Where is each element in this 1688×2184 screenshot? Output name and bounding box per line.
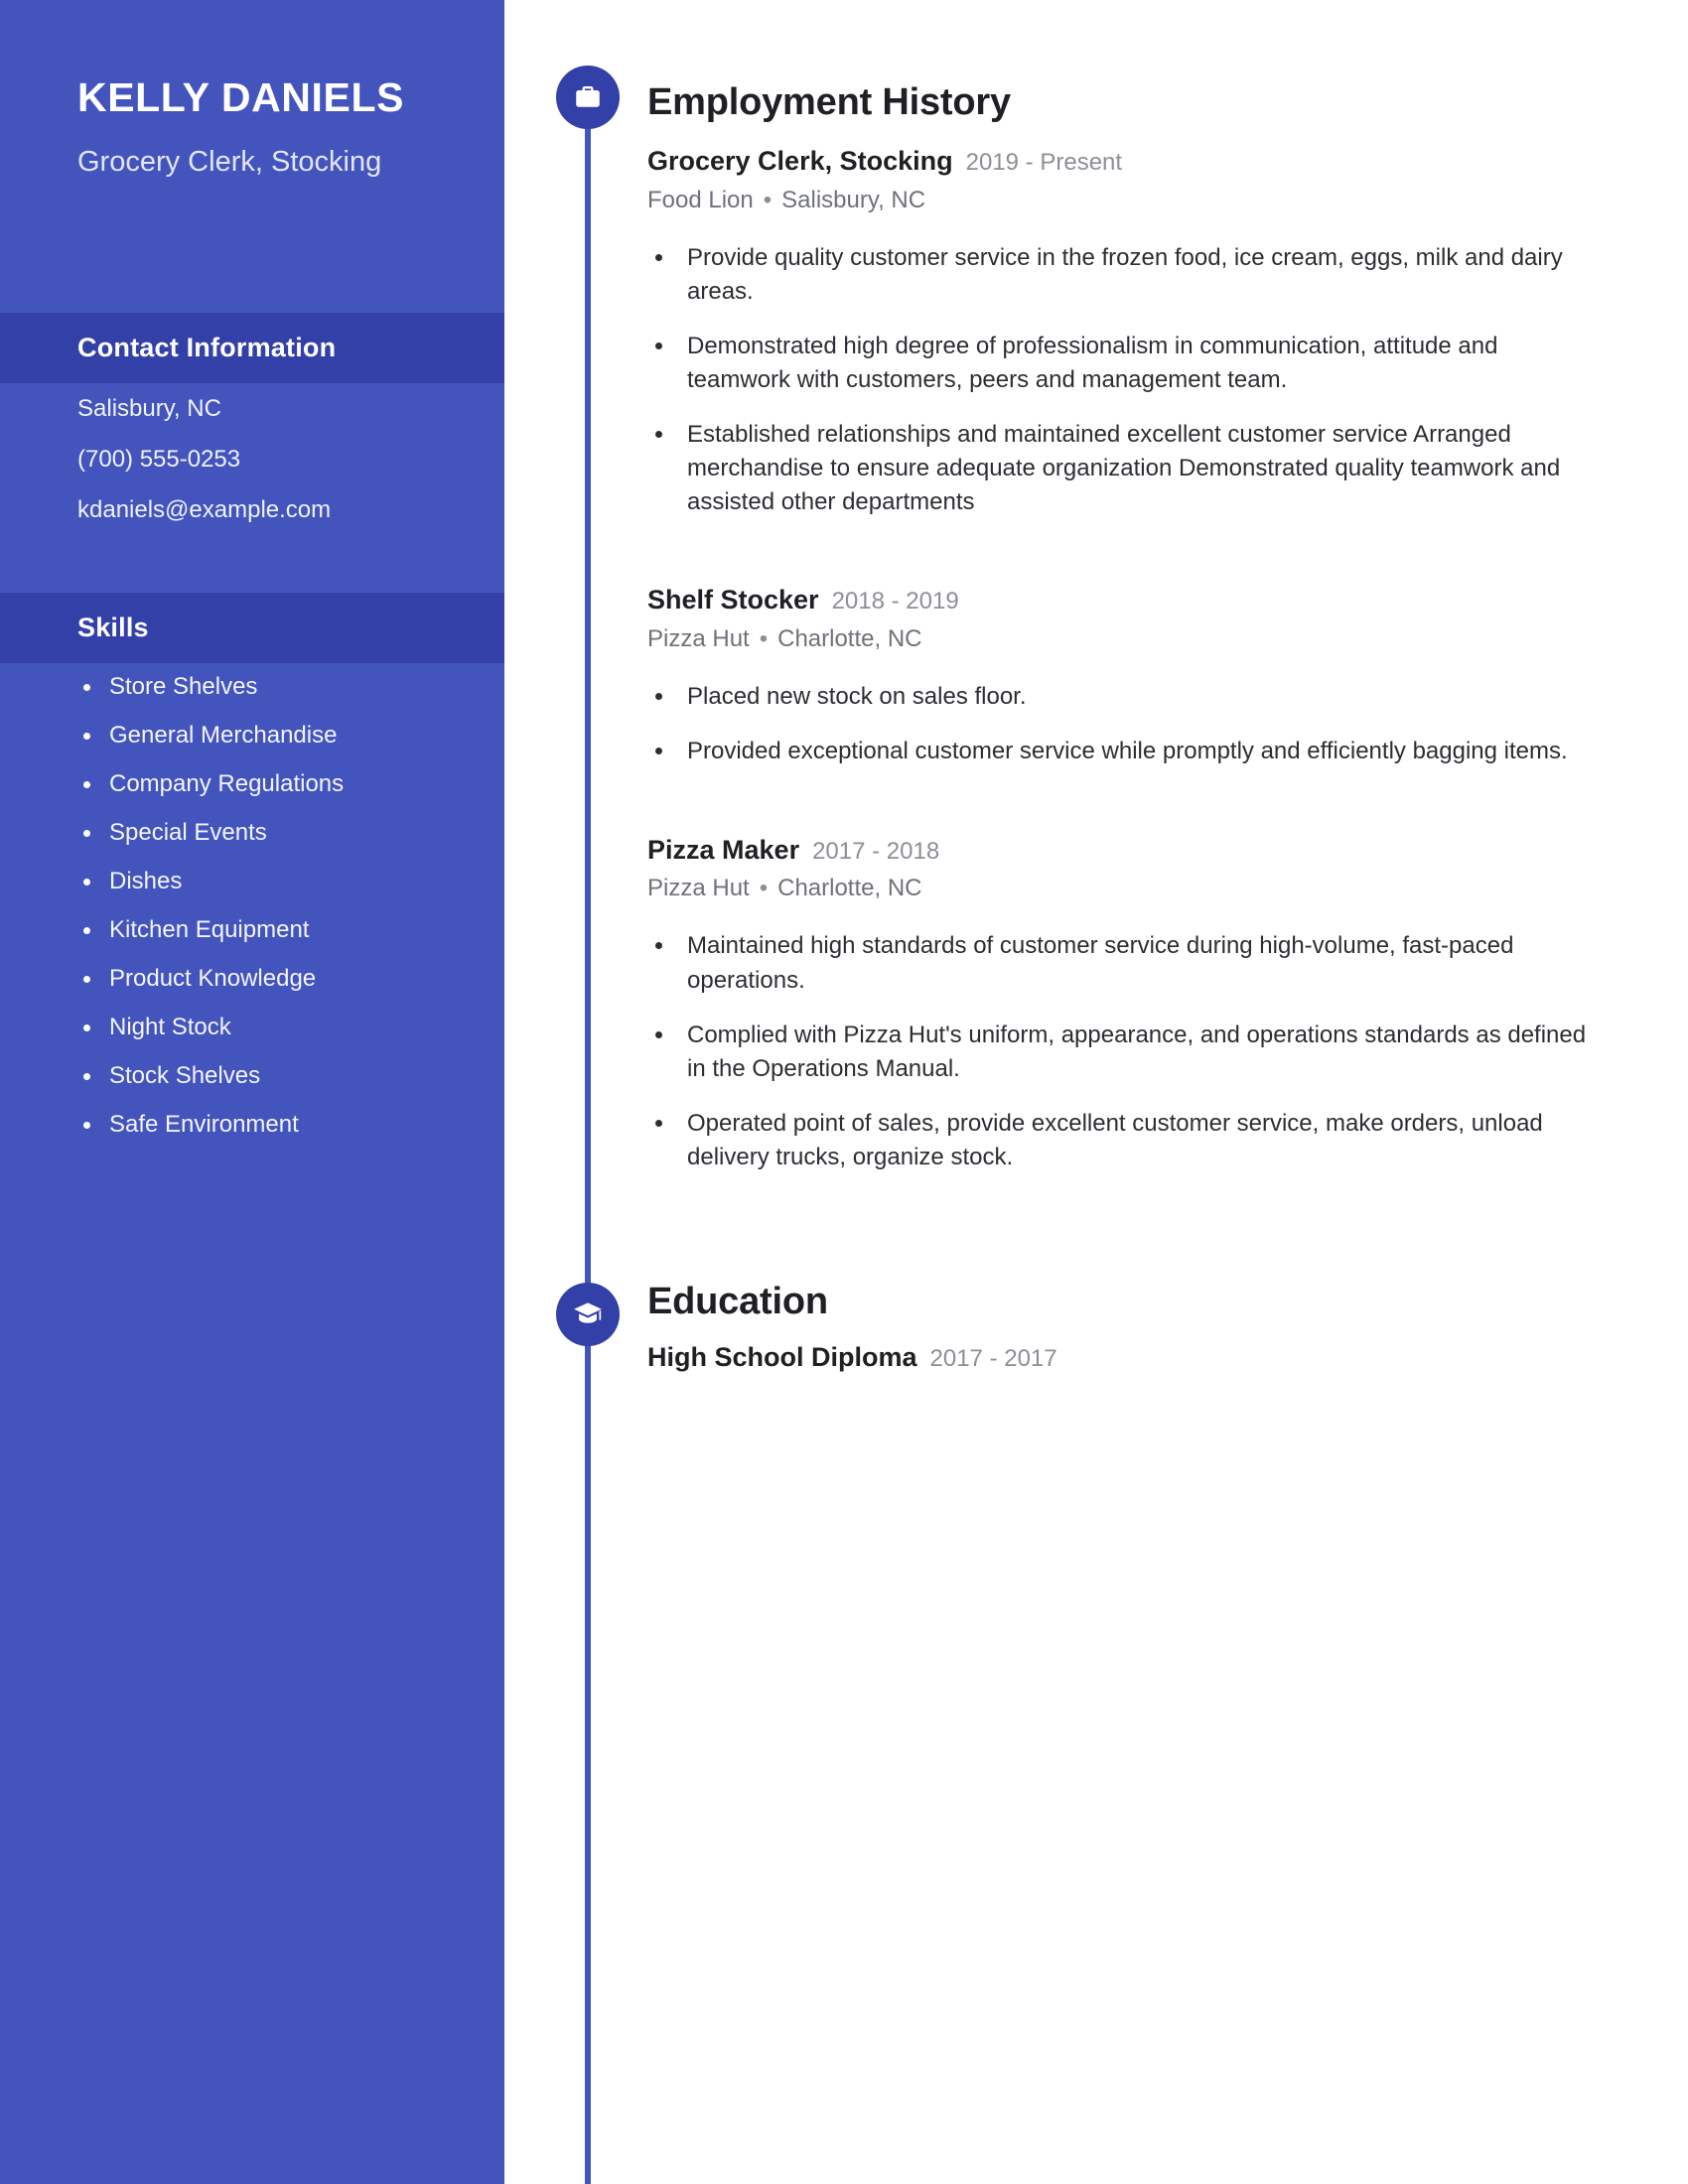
employment-section-title: Employment History [647,81,1011,123]
entry-role: Shelf Stocker [647,585,819,615]
entry-meta: Pizza Hut • Charlotte, NC [647,873,1601,903]
entry-location: Charlotte, NC [777,875,922,902]
skill-item: Dishes [79,870,487,893]
entry-company: Pizza Hut [647,875,750,902]
contact-section-header: Contact Information [0,313,504,383]
employment-entries: Grocery Clerk, Stocking 2019 - Present F… [647,144,1601,1208]
skill-item: Night Stock [79,1016,487,1039]
contact-heading: Contact Information [77,333,337,362]
entry-spacer [647,553,1601,583]
sidebar: KELLY DANIELS Grocery Clerk, Stocking Co… [0,0,504,2184]
entry-bullets: Maintained high standards of customer se… [647,929,1601,1173]
employment-entry: Pizza Maker 2017 - 2018 Pizza Hut • Charlo… [647,833,1601,1174]
skill-item: Stock Shelves [79,1064,487,1088]
education-entries: High School Diploma 2017 - 2017 [647,1340,1601,1385]
entry-bullets: Provide quality customer service in the … [647,241,1601,520]
bullet-item: Complied with Pizza Hut's uniform, appea… [647,1019,1601,1086]
entry-meta: Food Lion • Salisbury, NC [647,185,1601,215]
entry-location: Charlotte, NC [777,625,922,653]
skill-item: Safe Environment [79,1113,487,1137]
entry-dates: 2017 - 2018 [812,837,940,865]
employment-entry: Shelf Stocker 2018 - 2019 Pizza Hut • Char… [647,583,1601,768]
bullet-item: Provide quality customer service in the … [647,241,1601,309]
entry-role: Grocery Clerk, Stocking [647,146,953,176]
entry-spacer [647,803,1601,833]
skill-item: Product Knowledge [79,967,487,991]
skills-heading: Skills [77,613,149,642]
timeline-rail [585,109,591,2184]
entry-location: Salisbury, NC [781,186,926,213]
entry-company: Food Lion [647,186,754,213]
bullet-item: Established relationships and maintained… [647,418,1601,519]
contact-location: Salisbury, NC [77,395,221,422]
entry-role: Pizza Maker [647,834,800,865]
bullet-item: Operated point of sales, provide excelle… [647,1107,1601,1174]
skill-item: Special Events [79,821,487,845]
entry-headline: Pizza Maker 2017 - 2018 [647,833,1601,868]
meta-separator: • [759,625,769,653]
entry-dates: 2019 - Present [965,149,1123,176]
skill-item: Company Regulations [79,772,487,796]
entry-bullets: Placed new stock on sales floor. Provide… [647,680,1601,768]
graduation-cap-icon [556,1283,620,1346]
skills-list: Store Shelves General Merchandise Compan… [79,675,487,1161]
education-section-title: Education [647,1281,828,1322]
skill-item: General Merchandise [79,724,487,748]
meta-separator: • [763,186,773,213]
identity-block: KELLY DANIELS Grocery Clerk, Stocking [0,0,504,182]
resume-page: KELLY DANIELS Grocery Clerk, Stocking Co… [0,0,1688,2184]
contact-email[interactable]: kdaniels@example.com [77,498,475,522]
entry-degree: High School Diploma [647,1342,917,1372]
employment-entry: Grocery Clerk, Stocking 2019 - Present F… [647,144,1601,519]
entry-dates: 2017 - 2017 [929,1345,1057,1372]
briefcase-icon [556,66,620,129]
skills-section-header: Skills [0,593,504,663]
entry-meta: Pizza Hut • Charlotte, NC [647,623,1601,654]
entry-headline: Shelf Stocker 2018 - 2019 [647,583,1601,617]
entry-headline: High School Diploma 2017 - 2017 [647,1340,1601,1375]
contact-list: Salisbury, NC (700) 555-0253 kdaniels@ex… [77,397,475,549]
candidate-name: KELLY DANIELS [77,74,405,120]
bullet-item: Placed new stock on sales floor. [647,680,1601,714]
contact-phone[interactable]: (700) 555-0253 [77,448,475,472]
bullet-item: Maintained high standards of customer se… [647,929,1601,997]
skill-item: Kitchen Equipment [79,918,487,942]
education-entry: High School Diploma 2017 - 2017 [647,1340,1601,1375]
skill-item: Store Shelves [79,675,487,699]
bullet-item: Demonstrated high degree of professional… [647,330,1601,397]
entry-company: Pizza Hut [647,625,750,653]
entry-dates: 2018 - 2019 [831,588,959,615]
bullet-item: Provided exceptional customer service wh… [647,735,1601,768]
entry-headline: Grocery Clerk, Stocking 2019 - Present [647,144,1601,179]
meta-separator: • [759,875,769,902]
candidate-job-title: Grocery Clerk, Stocking [77,146,382,179]
